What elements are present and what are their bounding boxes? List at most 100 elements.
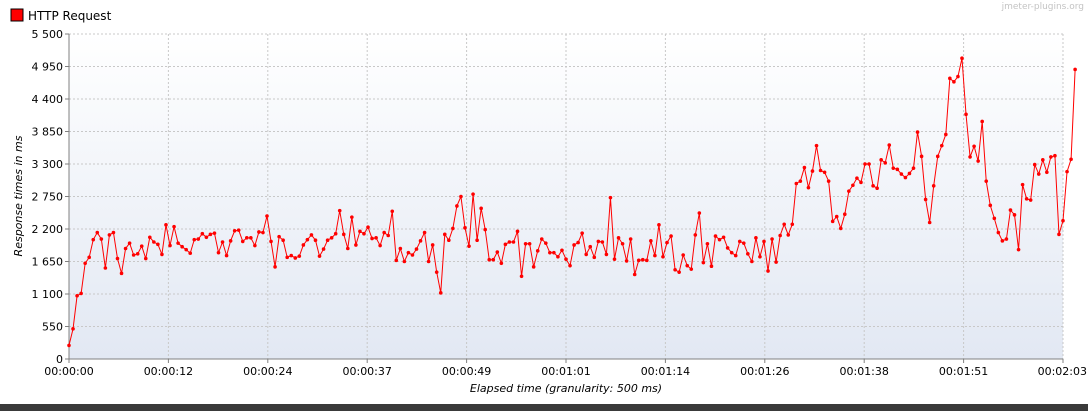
data-point xyxy=(770,237,774,241)
data-point xyxy=(531,265,536,269)
data-point xyxy=(406,250,411,255)
data-point xyxy=(786,233,791,237)
data-point xyxy=(798,179,803,183)
data-point xyxy=(491,257,496,262)
data-point xyxy=(705,241,710,246)
data-point xyxy=(168,243,172,248)
data-point xyxy=(382,230,386,235)
data-point xyxy=(236,228,241,232)
data-point xyxy=(269,239,273,244)
y-tick-label: 2 200 xyxy=(32,223,64,236)
data-point xyxy=(487,257,492,262)
data-point xyxy=(1012,213,1017,217)
data-point xyxy=(362,231,366,236)
data-point xyxy=(402,259,407,264)
data-point xyxy=(556,254,560,259)
data-point xyxy=(737,239,742,244)
data-point xyxy=(600,240,605,244)
data-point xyxy=(329,236,334,240)
data-point xyxy=(83,261,87,266)
y-tick-label: 3 850 xyxy=(32,126,64,139)
data-point xyxy=(992,216,997,221)
data-point xyxy=(834,214,839,219)
data-point xyxy=(378,243,382,248)
legend-swatch xyxy=(10,8,24,22)
data-point xyxy=(107,233,112,237)
y-tick-label: 3 300 xyxy=(32,158,64,171)
data-point xyxy=(523,241,528,246)
data-point xyxy=(988,203,993,208)
data-point xyxy=(143,256,148,261)
data-point xyxy=(624,259,629,263)
data-point xyxy=(608,195,613,200)
data-point xyxy=(471,192,475,196)
x-tick-label: 00:01:51 xyxy=(939,365,988,378)
data-point xyxy=(822,170,827,175)
data-point xyxy=(879,158,883,162)
data-point xyxy=(891,166,896,170)
data-point xyxy=(71,327,75,331)
data-point xyxy=(220,240,225,244)
data-point xyxy=(123,246,128,251)
data-point xyxy=(281,238,285,243)
data-point xyxy=(1000,239,1005,243)
data-point xyxy=(297,254,302,258)
data-point xyxy=(952,80,956,84)
data-point xyxy=(148,235,152,240)
data-point xyxy=(851,183,855,188)
data-point xyxy=(758,254,762,259)
data-point xyxy=(572,243,576,247)
data-point xyxy=(956,74,960,79)
data-point xyxy=(370,236,374,241)
data-point xyxy=(305,237,310,242)
data-point xyxy=(568,263,572,268)
data-point xyxy=(115,256,120,261)
data-point xyxy=(1073,67,1077,72)
data-point xyxy=(354,243,358,247)
y-tick-labels: 05501 1001 6502 2002 7503 3003 8504 4004… xyxy=(32,28,64,366)
x-tick-label: 00:02:03 xyxy=(1038,365,1087,378)
data-point xyxy=(681,253,685,257)
data-point xyxy=(810,169,815,173)
data-point xyxy=(649,239,653,243)
data-point xyxy=(463,226,467,230)
data-point xyxy=(596,239,601,244)
data-point xyxy=(887,143,892,147)
data-point xyxy=(313,238,318,243)
data-point xyxy=(418,239,423,243)
data-point xyxy=(960,56,964,61)
data-point xyxy=(895,167,900,172)
legend: HTTP Request xyxy=(10,8,112,23)
data-point xyxy=(139,244,144,248)
data-point xyxy=(1020,182,1025,187)
data-point xyxy=(483,227,487,232)
data-point xyxy=(1045,170,1049,175)
data-point xyxy=(552,250,556,255)
data-point xyxy=(374,236,378,240)
x-tick-label: 00:00:00 xyxy=(44,365,93,378)
data-point xyxy=(709,264,714,269)
data-point xyxy=(212,231,217,235)
data-point xyxy=(843,212,847,217)
data-point xyxy=(321,247,326,251)
data-point xyxy=(838,226,843,231)
data-point xyxy=(224,253,229,258)
y-tick-label: 5 500 xyxy=(32,28,64,41)
data-point xyxy=(883,161,888,165)
data-point xyxy=(261,230,265,235)
data-point xyxy=(451,226,455,231)
data-point xyxy=(741,241,746,245)
data-point xyxy=(790,222,795,227)
data-point xyxy=(1032,162,1037,167)
data-point xyxy=(580,231,584,235)
data-point xyxy=(1061,218,1065,223)
data-point xyxy=(188,251,193,256)
data-point xyxy=(438,291,443,295)
data-point xyxy=(713,234,718,238)
data-point xyxy=(689,267,694,271)
data-point xyxy=(91,237,96,242)
data-point xyxy=(103,266,108,270)
data-point xyxy=(701,260,706,265)
data-point xyxy=(257,230,261,234)
data-point xyxy=(277,234,281,239)
